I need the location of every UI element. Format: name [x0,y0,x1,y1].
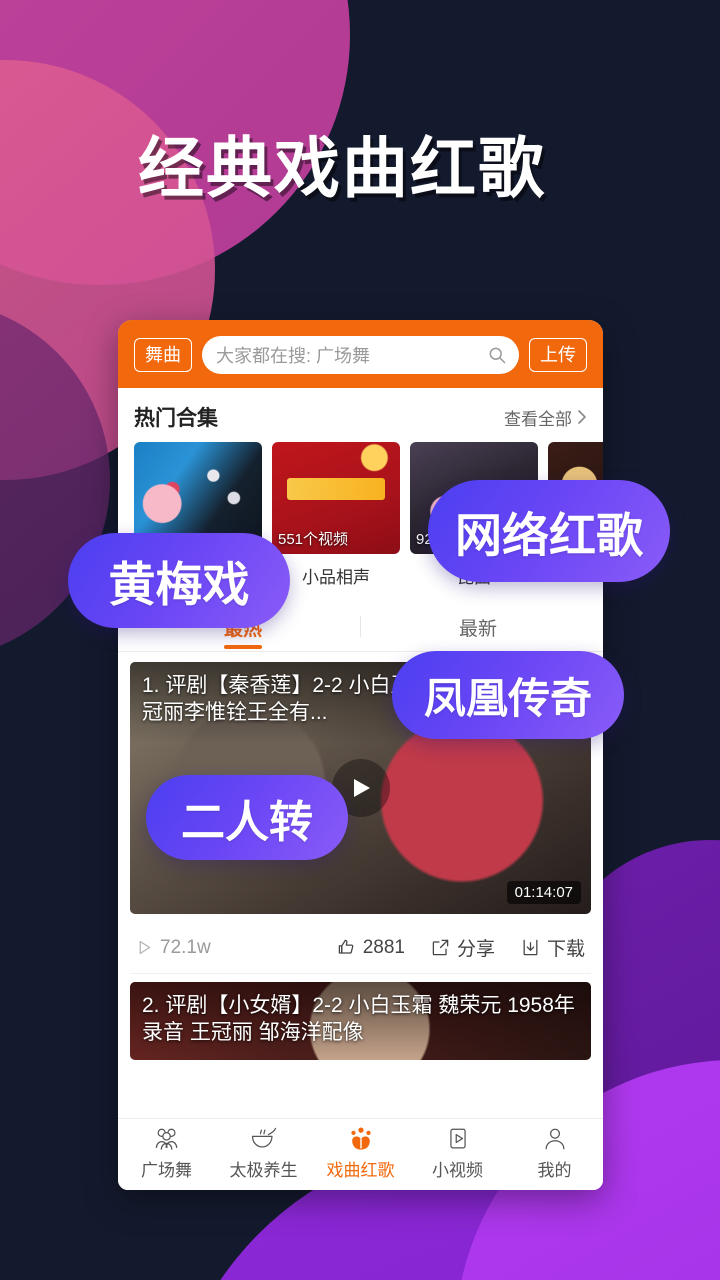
nav-item-taichi-health[interactable]: 太极养生 [215,1126,312,1181]
see-all-label: 查看全部 [504,409,572,429]
phone-mockup: 舞曲 大家都在搜: 广场舞 上传 热门合集 查看全部 551个视频 小品相声 最… [118,320,603,1190]
keyword-pill-errenzhuan[interactable]: 二人转 [146,775,348,860]
download-icon [521,938,540,957]
video-title: 2. 评剧【小女婿】2-2 小白玉霜 魏荣元 1958年录音 王冠丽 邹海洋配像 [130,982,591,1060]
download-label: 下载 [546,939,585,960]
sprout-icon [346,1126,376,1152]
keyword-pill-wangluohongge[interactable]: 网络红歌 [428,480,670,582]
share-icon [431,938,450,957]
nav-item-opera-redsongs[interactable]: 戏曲红歌 [312,1126,409,1181]
nav-item-square-dance[interactable]: 广场舞 [118,1126,215,1181]
download-button[interactable]: 下载 [521,934,585,961]
see-all-link[interactable]: 查看全部 [504,405,587,430]
section-header: 热门合集 查看全部 [118,388,603,442]
video-duration: 01:14:07 [506,881,581,904]
bottom-navigation[interactable]: 广场舞 太极养生 戏曲红歌 小视频 我的 [118,1118,603,1190]
search-icon[interactable] [487,345,507,365]
people-group-icon [152,1126,182,1152]
nav-label: 广场舞 [141,1161,192,1180]
hero-headline: 经典戏曲红歌 [138,131,546,205]
app-header: 舞曲 大家都在搜: 广场舞 上传 [118,320,603,388]
nav-item-short-video[interactable]: 小视频 [409,1126,506,1181]
section-title: 热门合集 [134,407,218,430]
search-placeholder: 大家都在搜: 广场舞 [216,346,371,366]
video-card[interactable]: 2. 评剧【小女婿】2-2 小白玉霜 魏荣元 1958年录音 王冠丽 邹海洋配像 [130,982,591,1060]
video-stats-row: 72.1w 2881 分享 下载 [130,922,591,974]
view-count: 72.1w [136,937,311,959]
play-triangle-icon [136,939,153,956]
share-button[interactable]: 分享 [431,934,495,961]
collection-count: 551个视频 [278,531,349,548]
video-thumbnail[interactable]: 2. 评剧【小女婿】2-2 小白玉霜 魏荣元 1958年录音 王冠丽 邹海洋配像 [130,982,591,1060]
upload-button[interactable]: 上传 [529,338,587,372]
tab-newest[interactable]: 最新 [361,602,595,651]
promo-screenshot: 经典戏曲红歌 舞曲 大家都在搜: 广场舞 上传 热门合集 查看全部 551个视频… [0,0,720,1280]
bowl-icon [249,1126,279,1152]
collection-thumbnail: 551个视频 [272,442,400,554]
nav-item-mine[interactable]: 我的 [506,1126,603,1181]
thumbs-up-icon [337,938,356,957]
nav-label: 太极养生 [229,1161,298,1180]
keyword-pill-huangmeixi[interactable]: 黄梅戏 [68,533,290,628]
view-count-value: 72.1w [160,936,211,958]
collection-label: 小品相声 [302,568,370,587]
chevron-right-icon [577,409,587,425]
like-button[interactable]: 2881 [337,937,405,959]
keyword-pill-fenghuangchuanqi[interactable]: 凤凰传奇 [392,651,624,739]
nav-label: 我的 [537,1161,572,1180]
category-button[interactable]: 舞曲 [134,338,192,372]
like-count-value: 2881 [362,936,405,958]
play-rect-icon [443,1126,473,1152]
person-icon [540,1126,570,1152]
collection-card[interactable]: 551个视频 小品相声 [272,442,400,588]
share-label: 分享 [456,939,495,960]
nav-label: 小视频 [432,1161,483,1180]
search-input[interactable]: 大家都在搜: 广场舞 [202,336,519,374]
nav-label: 戏曲红歌 [326,1161,395,1180]
